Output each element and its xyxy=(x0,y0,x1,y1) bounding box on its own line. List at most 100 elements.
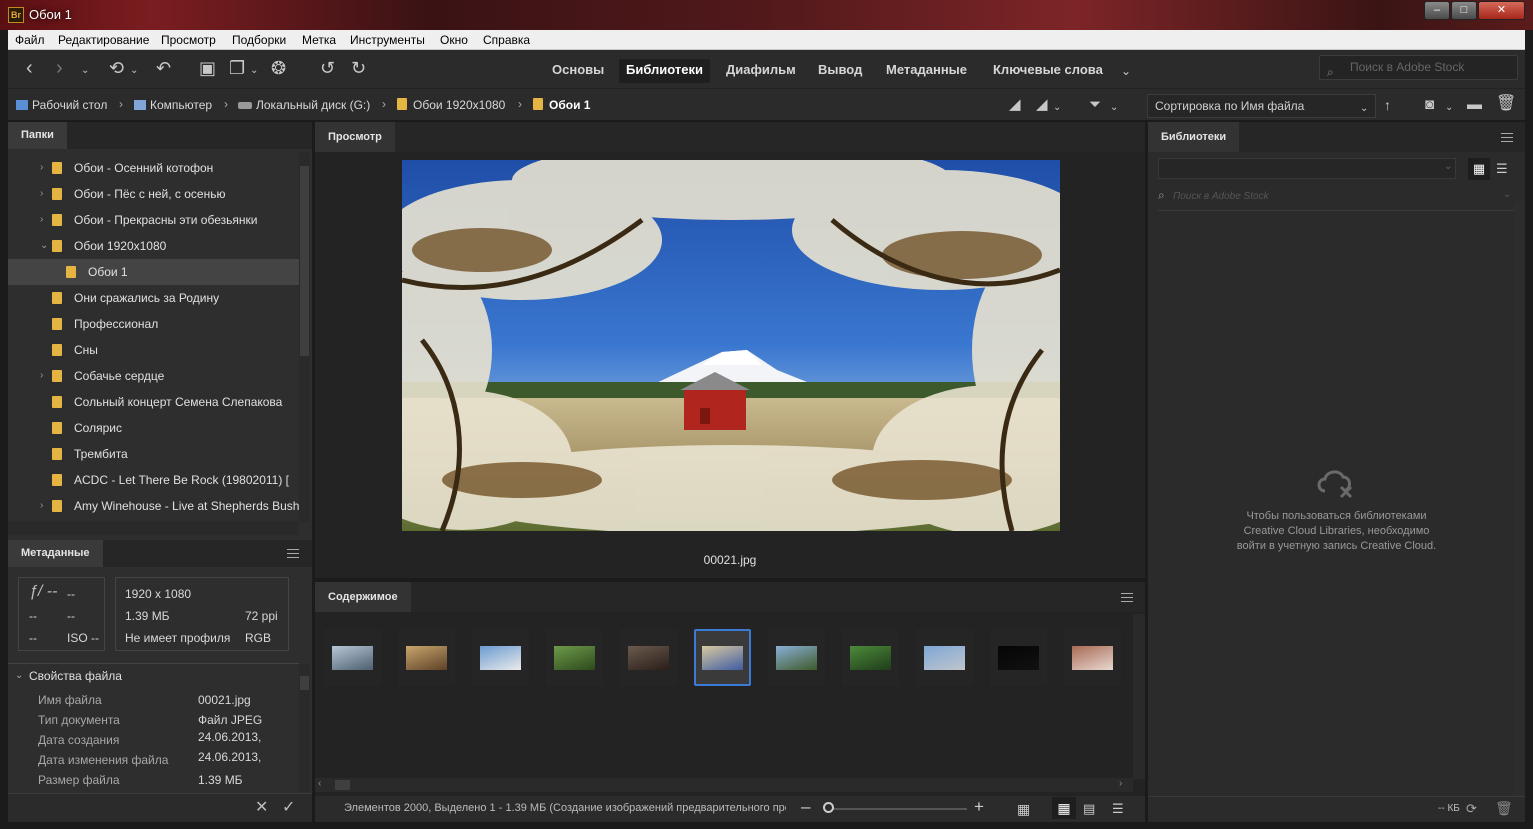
folder-tree-item[interactable]: › Обои - Прекрасны эти обезьянки xyxy=(8,207,299,233)
filter-dropdown-icon[interactable]: ⌄ xyxy=(1110,99,1118,117)
list-view-icon[interactable]: ☰ xyxy=(1112,801,1124,817)
tab-folders[interactable]: Папки xyxy=(8,122,67,149)
content-thumbnail[interactable] xyxy=(694,629,751,686)
filter-icon[interactable]: ⏷ xyxy=(1089,96,1101,114)
content-thumbnail[interactable] xyxy=(768,629,825,686)
menu-window[interactable]: Окно xyxy=(440,33,468,47)
recent-folder-icon[interactable]: ◙ xyxy=(1425,96,1434,114)
details-view-icon[interactable]: ▤ xyxy=(1083,801,1095,817)
content-thumbnail[interactable] xyxy=(472,629,529,686)
sort-select[interactable]: Сортировка по Имя файла xyxy=(1147,94,1376,118)
workspace-libraries[interactable]: Библиотеки xyxy=(619,59,711,83)
workspace-keywords[interactable]: Ключевые слова xyxy=(986,59,1110,83)
menu-file[interactable]: Файл xyxy=(15,33,45,47)
breadcrumb-current-folder[interactable]: Обои 1 xyxy=(533,98,590,112)
content-thumbnail[interactable] xyxy=(990,629,1047,686)
folder-tree-item[interactable]: Обои 1 xyxy=(8,259,299,285)
folder-tree-item[interactable]: › Обои - Осенний котофон xyxy=(8,156,299,181)
rating-filter-icon[interactable]: ◢ xyxy=(1036,96,1048,114)
collapse-chevron-icon[interactable]: › xyxy=(40,156,43,181)
folder-tree-item[interactable]: ⌄ Обои 1920x1080 xyxy=(8,233,299,259)
content-vscroll[interactable] xyxy=(1133,614,1145,779)
folder-tree-item[interactable]: Профессионал xyxy=(8,311,299,337)
folder-tree-item[interactable]: Они сражались за Родину xyxy=(8,285,299,311)
delete-icon[interactable]: 🗑 xyxy=(1495,800,1513,817)
stock-search-input[interactable]: Поиск в Adobe Stock xyxy=(1319,55,1518,80)
libraries-scrollbar[interactable] xyxy=(1514,202,1524,802)
apply-icon[interactable]: ✓ xyxy=(282,797,295,817)
rotate-right-icon[interactable]: ↻ xyxy=(351,59,366,77)
breadcrumb-computer[interactable]: Компьютер xyxy=(134,98,212,112)
menu-tools[interactable]: Инструменты xyxy=(350,33,425,47)
libraries-search-input[interactable]: Поиск в Adobe Stock xyxy=(1173,191,1269,202)
menu-view[interactable]: Просмотр xyxy=(161,33,216,47)
content-hscroll-thumb[interactable] xyxy=(335,780,350,790)
trash-icon[interactable]: 🗑 xyxy=(1496,95,1516,113)
content-thumbnail[interactable] xyxy=(398,629,455,686)
content-thumbnail[interactable] xyxy=(620,629,677,686)
content-menu-icon[interactable] xyxy=(1121,593,1133,602)
breadcrumb-folder-1920[interactable]: Обои 1920x1080 xyxy=(397,98,505,112)
tab-libraries[interactable]: Библиотеки xyxy=(1148,122,1240,152)
collapse-chevron-icon[interactable]: › xyxy=(40,493,43,519)
zoom-in-icon[interactable]: + xyxy=(974,797,984,817)
search-dropdown-icon[interactable]: ⌄ xyxy=(1503,189,1511,200)
folder-tree-item[interactable]: › Amy Winehouse - Live at Shepherds Bush xyxy=(8,493,299,519)
close-button[interactable]: ✕ xyxy=(1478,1,1525,20)
workspace-metadata[interactable]: Метаданные xyxy=(879,59,974,83)
camera-download-icon[interactable]: ▣ xyxy=(199,59,216,77)
recent-dropdown-icon[interactable]: ⌄ xyxy=(130,62,138,80)
folders-scroll-thumb[interactable] xyxy=(300,166,309,356)
menu-stacks[interactable]: Подборки xyxy=(232,33,286,47)
content-thumbnail[interactable] xyxy=(546,629,603,686)
list-view-icon[interactable]: ☰ xyxy=(1496,161,1508,177)
metadata-scroll-thumb[interactable] xyxy=(300,676,309,690)
folder-tree-item[interactable]: Сны xyxy=(8,337,299,363)
section-collapse-icon[interactable]: ⌄ xyxy=(15,670,23,681)
libraries-menu-icon[interactable] xyxy=(1501,133,1513,142)
forward-icon[interactable]: › xyxy=(56,58,63,78)
new-folder-icon[interactable]: ▬ xyxy=(1467,96,1482,114)
collapse-chevron-icon[interactable]: › xyxy=(40,363,43,389)
collapse-chevron-icon[interactable]: › xyxy=(40,181,43,207)
workspace-essentials[interactable]: Основы xyxy=(545,59,611,83)
grid-view-icon[interactable]: ▦ xyxy=(1468,158,1490,180)
breadcrumb-drive[interactable]: Локальный диск (G:) xyxy=(238,98,370,112)
file-properties-title[interactable]: Свойства файла xyxy=(29,669,122,683)
folder-tree-item[interactable]: Сольный концерт Семена Слепакова xyxy=(8,389,299,415)
sync-icon[interactable]: ⟳ xyxy=(1466,801,1477,817)
rotate-left-icon[interactable]: ↺ xyxy=(320,59,335,77)
tab-metadata[interactable]: Метаданные xyxy=(8,540,103,567)
rating-dropdown-icon[interactable]: ⌄ xyxy=(1053,99,1061,117)
history-dropdown-icon[interactable]: ⌄ xyxy=(81,62,89,80)
expand-chevron-icon[interactable]: ⌄ xyxy=(40,233,48,259)
metadata-menu-icon[interactable] xyxy=(287,549,299,558)
folder-tree-item[interactable]: › Собачье сердце xyxy=(8,363,299,389)
workspace-output[interactable]: Вывод xyxy=(811,59,869,83)
folder-tree-item[interactable]: Трембита xyxy=(8,441,299,467)
scroll-right-icon[interactable]: › xyxy=(1119,778,1122,789)
folders-hscrollbar[interactable] xyxy=(8,521,299,535)
content-thumbnail[interactable] xyxy=(324,629,381,686)
menu-edit[interactable]: Редактирование xyxy=(58,33,149,47)
content-thumbnail[interactable] xyxy=(842,629,899,686)
workspace-more-icon[interactable]: ⌄ xyxy=(1121,62,1131,80)
back-icon[interactable]: ‹ xyxy=(26,58,33,78)
thumbnail-view-icon[interactable]: ▦ xyxy=(1052,797,1076,819)
thumbnail-size-slider[interactable] xyxy=(824,808,967,810)
library-select[interactable] xyxy=(1158,158,1456,179)
refine-dropdown-icon[interactable]: ⌄ xyxy=(250,62,258,80)
breadcrumb-desktop[interactable]: Рабочий стол xyxy=(16,98,107,112)
refine-icon[interactable]: ❐ xyxy=(229,59,245,77)
maximize-button[interactable]: □ xyxy=(1451,1,1477,20)
grid-lock-icon[interactable]: ▦ xyxy=(1017,801,1030,818)
menu-help[interactable]: Справка xyxy=(483,33,530,47)
boomerang-icon[interactable]: ↶ xyxy=(156,59,171,77)
tab-content[interactable]: Содержимое xyxy=(315,582,411,612)
folder-tree-item[interactable]: ACDC - Let There Be Rock (19802011) [ xyxy=(8,467,299,493)
content-thumbnail[interactable] xyxy=(916,629,973,686)
preview-image[interactable] xyxy=(402,160,1060,531)
minimize-button[interactable]: – xyxy=(1424,1,1450,20)
slider-handle[interactable] xyxy=(823,802,834,813)
quality-icon[interactable]: ◢ xyxy=(1009,96,1021,114)
